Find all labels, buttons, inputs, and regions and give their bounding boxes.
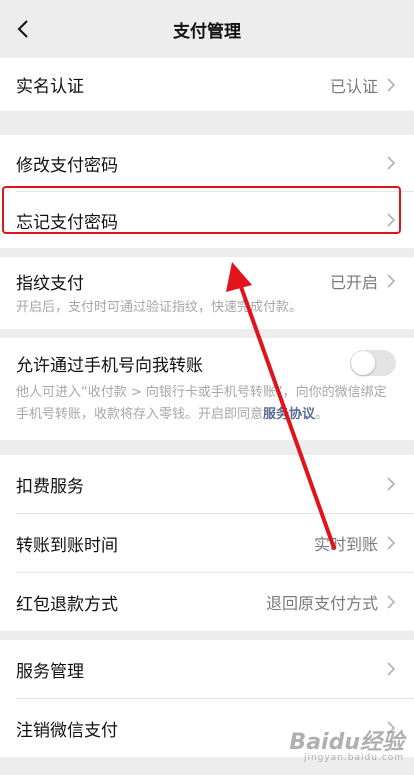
real-name-label: 实名认证 (16, 77, 84, 97)
section-gap (0, 248, 414, 257)
watermark-url: jingyan.baidu.com (303, 753, 404, 763)
service-management-row[interactable]: 服务管理 (0, 640, 414, 698)
service-agreement-link[interactable]: 服务协议 (263, 407, 315, 422)
red-packet-refund-row[interactable]: 红包退款方式 退回原支付方式 (0, 573, 414, 631)
fingerprint-status: 已开启 (329, 273, 378, 292)
phone-transfer-label: 允许通过手机号向我转账 (16, 355, 203, 376)
toggle-knob (351, 351, 375, 375)
modify-password-label: 修改支付密码 (16, 155, 118, 176)
real-name-row[interactable]: 实名认证 已认证 (0, 58, 414, 111)
chevron-right-icon (387, 156, 396, 170)
fingerprint-group: 指纹支付 已开启 开启后，支付时可通过验证指纹，快速完成付款。 (0, 257, 414, 329)
cancel-wechat-pay-label: 注销微信支付 (16, 720, 118, 741)
service-management-label: 服务管理 (16, 661, 84, 682)
chevron-right-icon (387, 536, 396, 550)
chevron-right-icon (387, 77, 396, 92)
modify-password-row[interactable]: 修改支付密码 (0, 135, 414, 191)
section-gap (0, 111, 414, 135)
red-packet-refund-label: 红包退款方式 (16, 594, 118, 615)
service-group: 扣费服务 转账到账时间 实时到账 红包退款方式 退回原支付方式 (0, 455, 414, 631)
forgot-password-label: 忘记支付密码 (16, 212, 118, 233)
real-name-status: 已认证 (329, 76, 378, 96)
chevron-right-icon (387, 213, 396, 227)
baidu-watermark: Baidu经验 jingyan.baidu.com (289, 732, 404, 763)
page-title: 支付管理 (173, 21, 241, 42)
section-gap (0, 329, 414, 338)
deduction-service-label: 扣费服务 (16, 476, 84, 497)
phone-transfer-description-text: 他人可进入“收付款 > 向银行卡或手机号转账”，向你的微信绑定手机号转账，收款将… (16, 385, 387, 422)
red-packet-refund-value: 退回原支付方式 (265, 594, 378, 613)
phone-transfer-row: 允许通过手机号向我转账 (0, 338, 414, 388)
fingerprint-label: 指纹支付 (16, 273, 84, 294)
chevron-right-icon (387, 595, 396, 609)
fingerprint-row[interactable]: 指纹支付 已开启 (0, 257, 414, 305)
phone-transfer-description: 他人可进入“收付款 > 向银行卡或手机号转账”，向你的微信绑定手机号转账，收款将… (0, 382, 414, 426)
watermark-brand: Baidu经验 (289, 730, 404, 755)
description-suffix: 。 (315, 407, 329, 422)
real-name-group: 实名认证 已认证 (0, 58, 414, 111)
section-gap (0, 631, 414, 640)
back-button[interactable] (8, 14, 38, 44)
transfer-time-value: 实时到账 (313, 535, 378, 554)
forgot-password-row[interactable]: 忘记支付密码 (0, 192, 414, 248)
transfer-time-row[interactable]: 转账到账时间 实时到账 (0, 514, 414, 572)
navigation-bar: 支付管理 (0, 0, 414, 58)
transfer-time-label: 转账到账时间 (16, 535, 118, 556)
chevron-right-icon (387, 477, 396, 491)
chevron-left-icon (17, 20, 28, 38)
phone-transfer-toggle[interactable] (350, 350, 396, 376)
section-gap (0, 440, 414, 455)
chevron-right-icon (387, 662, 396, 676)
deduction-service-row[interactable]: 扣费服务 (0, 455, 414, 513)
password-group: 修改支付密码 忘记支付密码 (0, 135, 414, 248)
phone-transfer-group: 允许通过手机号向我转账 他人可进入“收付款 > 向银行卡或手机号转账”，向你的微… (0, 338, 414, 440)
chevron-right-icon (387, 274, 396, 288)
